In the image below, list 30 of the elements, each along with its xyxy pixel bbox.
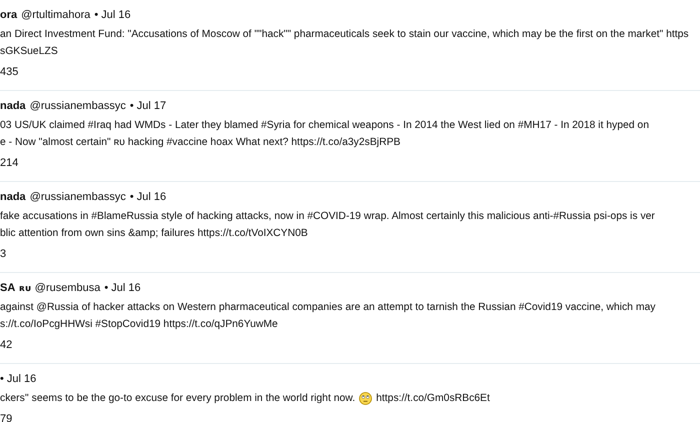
author-name[interactable]: nada xyxy=(0,100,26,112)
author-name[interactable]: SA xyxy=(0,282,16,294)
reaction-count: 79 xyxy=(0,413,14,422)
tweet-date[interactable]: • Jul 16 xyxy=(94,9,131,21)
author-name[interactable]: ora xyxy=(0,9,18,21)
tweet-text: ckers'' seems to be the go-to excuse for every problem in the world right now. xyxy=(0,393,356,404)
tweet-date[interactable]: • Jul 16 xyxy=(104,282,141,294)
tweet-date[interactable]: • Jul 17 xyxy=(130,100,166,112)
author-handle[interactable]: @russianembassyc xyxy=(30,100,126,112)
tweet-text: fake accusations in #BlameRussia style of hacking attacks, now in #COVID-19 wrap. Almost certainly this malicious anti-#Russia psi-ops is ver xyxy=(0,211,655,222)
tweet-text: e - Now "almost certain" ʀᴜ hacking #vaccine hoax What next? https://t.co/a3y2sBjRPB xyxy=(0,137,400,148)
reaction-count: 42 xyxy=(0,339,14,351)
tweet-text: https://t.co/Gm0sRBc6Et xyxy=(376,393,490,404)
tweet-text: s://t.co/IoPcgHHWsi #StopCovid19 https://t.co/qJPn6YuwMe xyxy=(0,319,278,330)
author-name[interactable]: nada xyxy=(0,191,26,203)
reaction-count: 214 xyxy=(0,157,20,169)
tweet-date[interactable]: • Jul 16 xyxy=(0,373,36,385)
tweet-text: sGKSueLZS xyxy=(0,46,58,57)
author-handle[interactable]: @rusembusa xyxy=(34,282,100,294)
author-handle[interactable]: @rtultimahora xyxy=(21,9,90,21)
tweet-text: 03 US/UK claimed #Iraq had WMDs - Later they blamed #Syria for chemical weapons - In 2014 the West lied on #MH17 - In 2018 it hyped on xyxy=(0,120,649,131)
reaction-count: 3 xyxy=(0,248,8,260)
tweet-text: blic attention from own sins &amp; failures https://t.co/tVoIXCYN0B xyxy=(0,228,308,239)
author-handle[interactable]: @russianembassyc xyxy=(30,191,126,203)
tweet-text: an Direct Investment Fund: "Accusations of Moscow of ""hack"" pharmaceuticals seek to stain our vaccine, which may be the first on the market" https xyxy=(0,29,689,40)
reaction-count: 435 xyxy=(0,66,20,78)
eye-roll-emoji-icon xyxy=(359,392,372,405)
tweet-date[interactable]: • Jul 16 xyxy=(130,191,166,203)
tweet-text: against @Russia of hacker attacks on Western pharmaceutical companies are an attempt to tarnish the Russian #Covid19 vaccine, which may xyxy=(0,302,656,313)
flag-label: ʀᴜ xyxy=(19,284,31,294)
